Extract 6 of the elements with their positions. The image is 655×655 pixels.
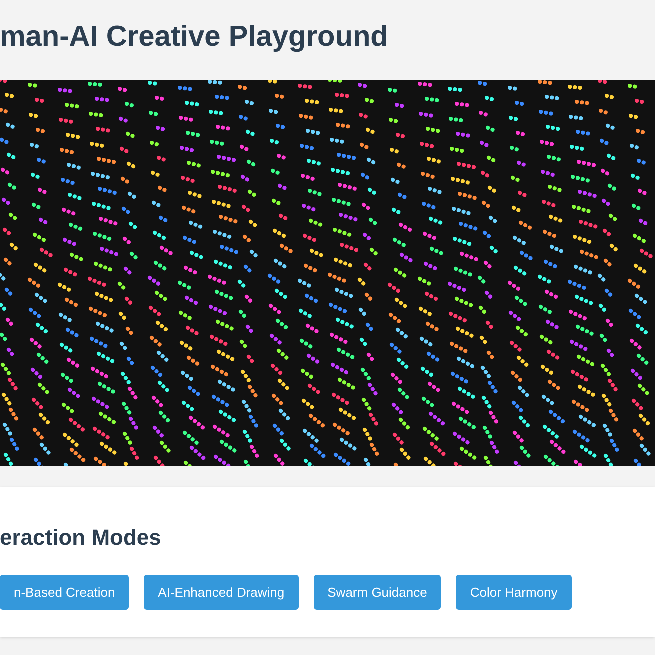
mode-button[interactable]: Swarm Guidance xyxy=(314,575,442,610)
page-title: man-AI Creative Playground xyxy=(0,20,390,55)
mode-button[interactable]: AI-Enhanced Drawing xyxy=(144,575,299,610)
section-heading: eraction Modes xyxy=(0,527,162,549)
mode-button[interactable]: Color Harmony xyxy=(456,575,572,610)
mode-button[interactable]: n-Based Creation xyxy=(0,575,130,610)
